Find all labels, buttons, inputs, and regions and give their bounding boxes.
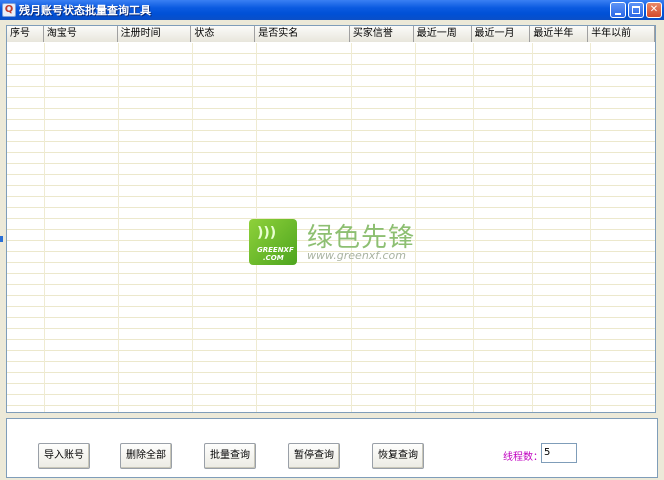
window-edge-marker [0, 236, 3, 242]
column-header-buyer-credit[interactable]: 买家信誉 [349, 26, 414, 42]
table-header: 序号 淘宝号 注册时间 状态 是否实名 买家信誉 最近一周 最近一月 最近半年 … [7, 26, 655, 42]
column-header-last-week[interactable]: 最近一周 [413, 26, 472, 42]
app-icon: Q [2, 3, 16, 17]
column-header-index[interactable]: 序号 [7, 26, 44, 42]
watermark: ))) GREENXF .COM 绿色先锋 www.greenxf.com [249, 217, 429, 267]
column-header-before-half-year[interactable]: 半年以前 [588, 26, 655, 42]
column-divider [192, 43, 193, 412]
resume-query-button[interactable]: 恢复查询 [372, 443, 424, 469]
window-controls: ✕ [610, 2, 662, 18]
watermark-logo-text: GREENXF [257, 246, 294, 254]
maximize-icon [632, 6, 640, 14]
column-header-taobao-id[interactable]: 淘宝号 [43, 26, 118, 42]
minimize-icon [615, 12, 621, 15]
column-divider [532, 43, 533, 412]
column-header-register-time[interactable]: 注册时间 [117, 26, 192, 42]
thread-count-input[interactable]: 5 [541, 443, 577, 463]
watermark-url: www.greenxf.com [307, 249, 406, 262]
column-header-status[interactable]: 状态 [191, 26, 256, 42]
signal-icon: ))) [257, 225, 277, 241]
delete-all-button[interactable]: 删除全部 [120, 443, 172, 469]
minimize-button[interactable] [610, 2, 626, 18]
watermark-logo-subtext: .COM [263, 254, 284, 262]
pause-query-button[interactable]: 暂停查询 [288, 443, 340, 469]
window-title: 残月账号状态批量查询工具 [19, 4, 151, 17]
close-button[interactable]: ✕ [646, 2, 662, 18]
maximize-button[interactable] [628, 2, 644, 18]
watermark-logo: ))) GREENXF .COM [249, 219, 297, 265]
import-accounts-button[interactable]: 导入账号 [38, 443, 90, 469]
column-divider [473, 43, 474, 412]
column-divider [118, 43, 119, 412]
batch-query-button[interactable]: 批量查询 [204, 443, 256, 469]
column-header-last-half-year[interactable]: 最近半年 [530, 26, 589, 42]
column-header-real-name[interactable]: 是否实名 [255, 26, 350, 42]
column-divider [590, 43, 591, 412]
column-header-last-month[interactable]: 最近一月 [471, 26, 531, 42]
thread-count-label: 线程数： [503, 452, 543, 463]
action-panel: 导入账号 删除全部 批量查询 暂停查询 恢复查询 线程数： 5 [6, 418, 658, 478]
title-bar: Q 残月账号状态批量查询工具 ✕ [0, 0, 664, 20]
column-divider [44, 43, 45, 412]
close-icon: ✕ [649, 4, 659, 15]
